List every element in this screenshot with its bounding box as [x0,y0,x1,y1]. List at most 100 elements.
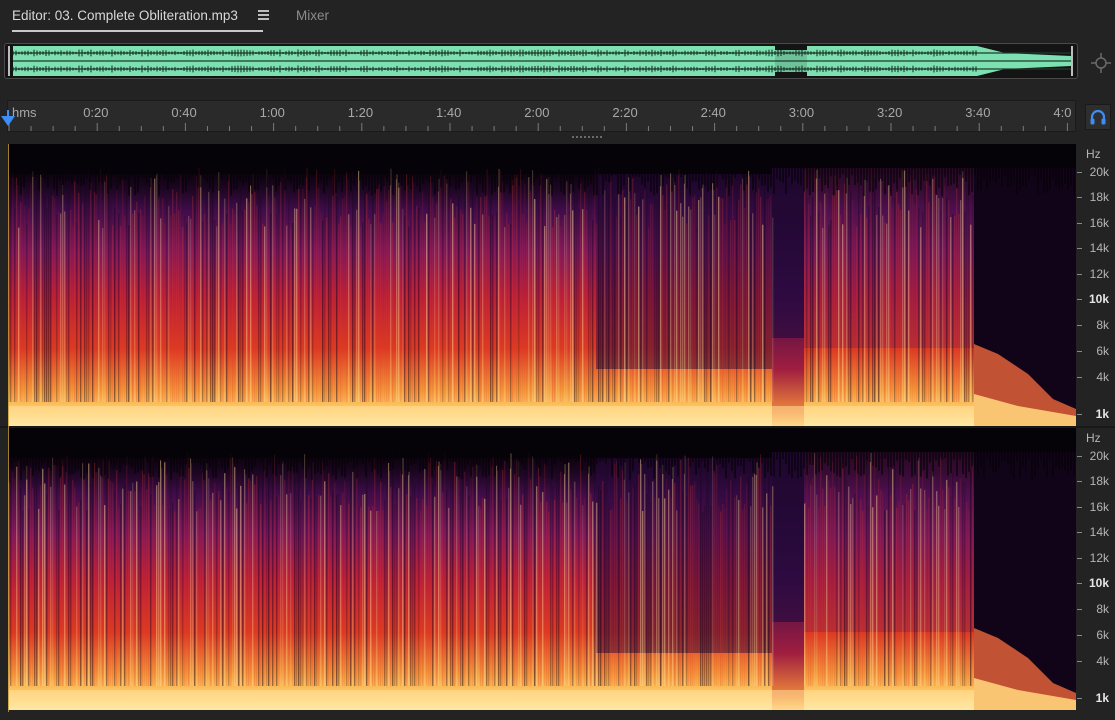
spectral-top-jitter [836,452,838,476]
spectral-top-jitter [932,168,934,176]
spectral-streak [516,174,518,402]
spectral-top-jitter [386,452,388,463]
spectral-top-jitter [173,452,175,472]
spectral-top-jitter [530,168,532,184]
spectral-streak [524,455,526,686]
frequency-label: 6k [1096,344,1109,358]
spectral-top-jitter [968,452,970,472]
spectral-streak [44,195,46,402]
spectral-top-jitter [452,452,454,463]
tab-mixer[interactable]: Mixer [296,8,329,23]
waveform-overview[interactable] [4,43,1078,79]
spectral-top-jitter [401,452,403,475]
spectral-top-jitter [953,168,955,184]
spectral-top-jitter [413,168,415,182]
spectral-streak [554,499,556,686]
spectral-top-jitter [401,168,403,186]
hamburger-menu-icon[interactable] [258,10,269,20]
spectral-streak [200,175,202,402]
spectral-streak [390,168,392,402]
spectral-top-jitter [185,452,187,465]
spectral-streak [460,210,462,402]
spectral-streak [738,500,740,686]
spectral-top-jitter [74,452,76,474]
spectral-streak [398,488,400,686]
spectral-streak [430,176,432,402]
spectral-top-jitter [563,452,565,474]
spectral-top-jitter [905,168,907,187]
spectral-streak [910,180,912,402]
spectral-streak [288,470,290,686]
frequency-scale-channel-1[interactable]: Hz 20k 18k 16k 14k 12k 10k 8k 6k 4k 1k [1077,144,1115,426]
spectral-streak [416,498,418,686]
spectral-streak [642,510,644,686]
spectral-streak [708,215,710,402]
spectral-top-jitter [728,168,730,196]
frequency-label: 18k [1089,474,1109,488]
spectral-top-jitter [26,168,28,176]
zoom-navigator-icon[interactable] [1090,52,1112,74]
spectral-streak [492,457,494,686]
spectral-streak [668,489,670,686]
spectral-top-jitter [260,168,262,180]
spectral-top-jitter [917,168,919,195]
spectral-display-channel-1[interactable] [8,144,1076,426]
spectral-top-jitter [314,168,316,176]
spectral-streak [832,461,834,686]
spectral-streak [658,498,660,686]
spectral-streak [364,494,366,686]
spectral-streak [726,488,728,686]
spectral-streak [700,197,702,402]
spectral-top-jitter [989,452,991,466]
spectral-top-jitter [407,452,409,476]
panel-resize-grip[interactable] [572,136,602,139]
spectral-streak [918,208,920,402]
tab-editor[interactable]: Editor: 03. Complete Obliteration.mp3 [12,8,263,32]
spectral-streak [294,208,296,402]
spectral-streak [502,181,504,402]
spectral-top-jitter [104,168,106,176]
time-ruler[interactable]: hms 0:20 0:40 1:00 1:20 1:40 2:00 2:20 2:40 3:00… [7,100,1076,132]
spectral-streak [380,482,382,686]
spectral-top-jitter [854,452,856,471]
spectral-top-jitter [254,452,256,467]
headphones-icon[interactable] [1085,104,1111,130]
spectral-top-jitter [98,452,100,460]
spectral-top-jitter [110,452,112,466]
spectral-streak [102,459,104,686]
spectral-top-jitter [71,452,73,475]
spectral-streak [406,494,408,686]
spectral-top-jitter [320,452,322,475]
spectral-streak [386,200,388,402]
spectral-streak [758,188,760,402]
spectral-top-jitter [269,452,271,464]
spectral-top-jitter [779,168,781,182]
spectral-streak [634,193,636,402]
spectral-streak [32,171,34,402]
spectral-streak [328,195,330,402]
spectral-top-jitter [500,168,502,193]
playhead-icon[interactable] [1,116,15,126]
spectral-streak [142,215,144,402]
spectral-streak [162,198,164,402]
spectral-streak [202,472,204,686]
spectral-top-jitter [1001,452,1003,462]
spectral-top-jitter [662,452,664,474]
spectral-top-jitter [377,452,379,475]
spectral-streak [210,168,212,402]
spectral-streak [344,481,346,686]
spectral-streak [516,459,518,686]
spectral-top-jitter [542,168,544,175]
spectral-streak [170,215,172,402]
spectral-streak [664,209,666,402]
frequency-scale-channel-2[interactable]: Hz 20k 18k 16k 14k 12k 10k 8k 6k 4k 1k [1077,428,1115,710]
spectral-top-jitter [329,168,331,179]
spectral-display-channel-2[interactable] [8,428,1076,710]
spectral-top-jitter [299,452,301,462]
spectral-streak [936,491,938,686]
spectral-streak [396,174,398,402]
spectral-streak [830,220,832,402]
frequency-label: 8k [1096,602,1109,616]
spectral-streak [10,481,12,686]
spectral-top-jitter [410,168,412,189]
